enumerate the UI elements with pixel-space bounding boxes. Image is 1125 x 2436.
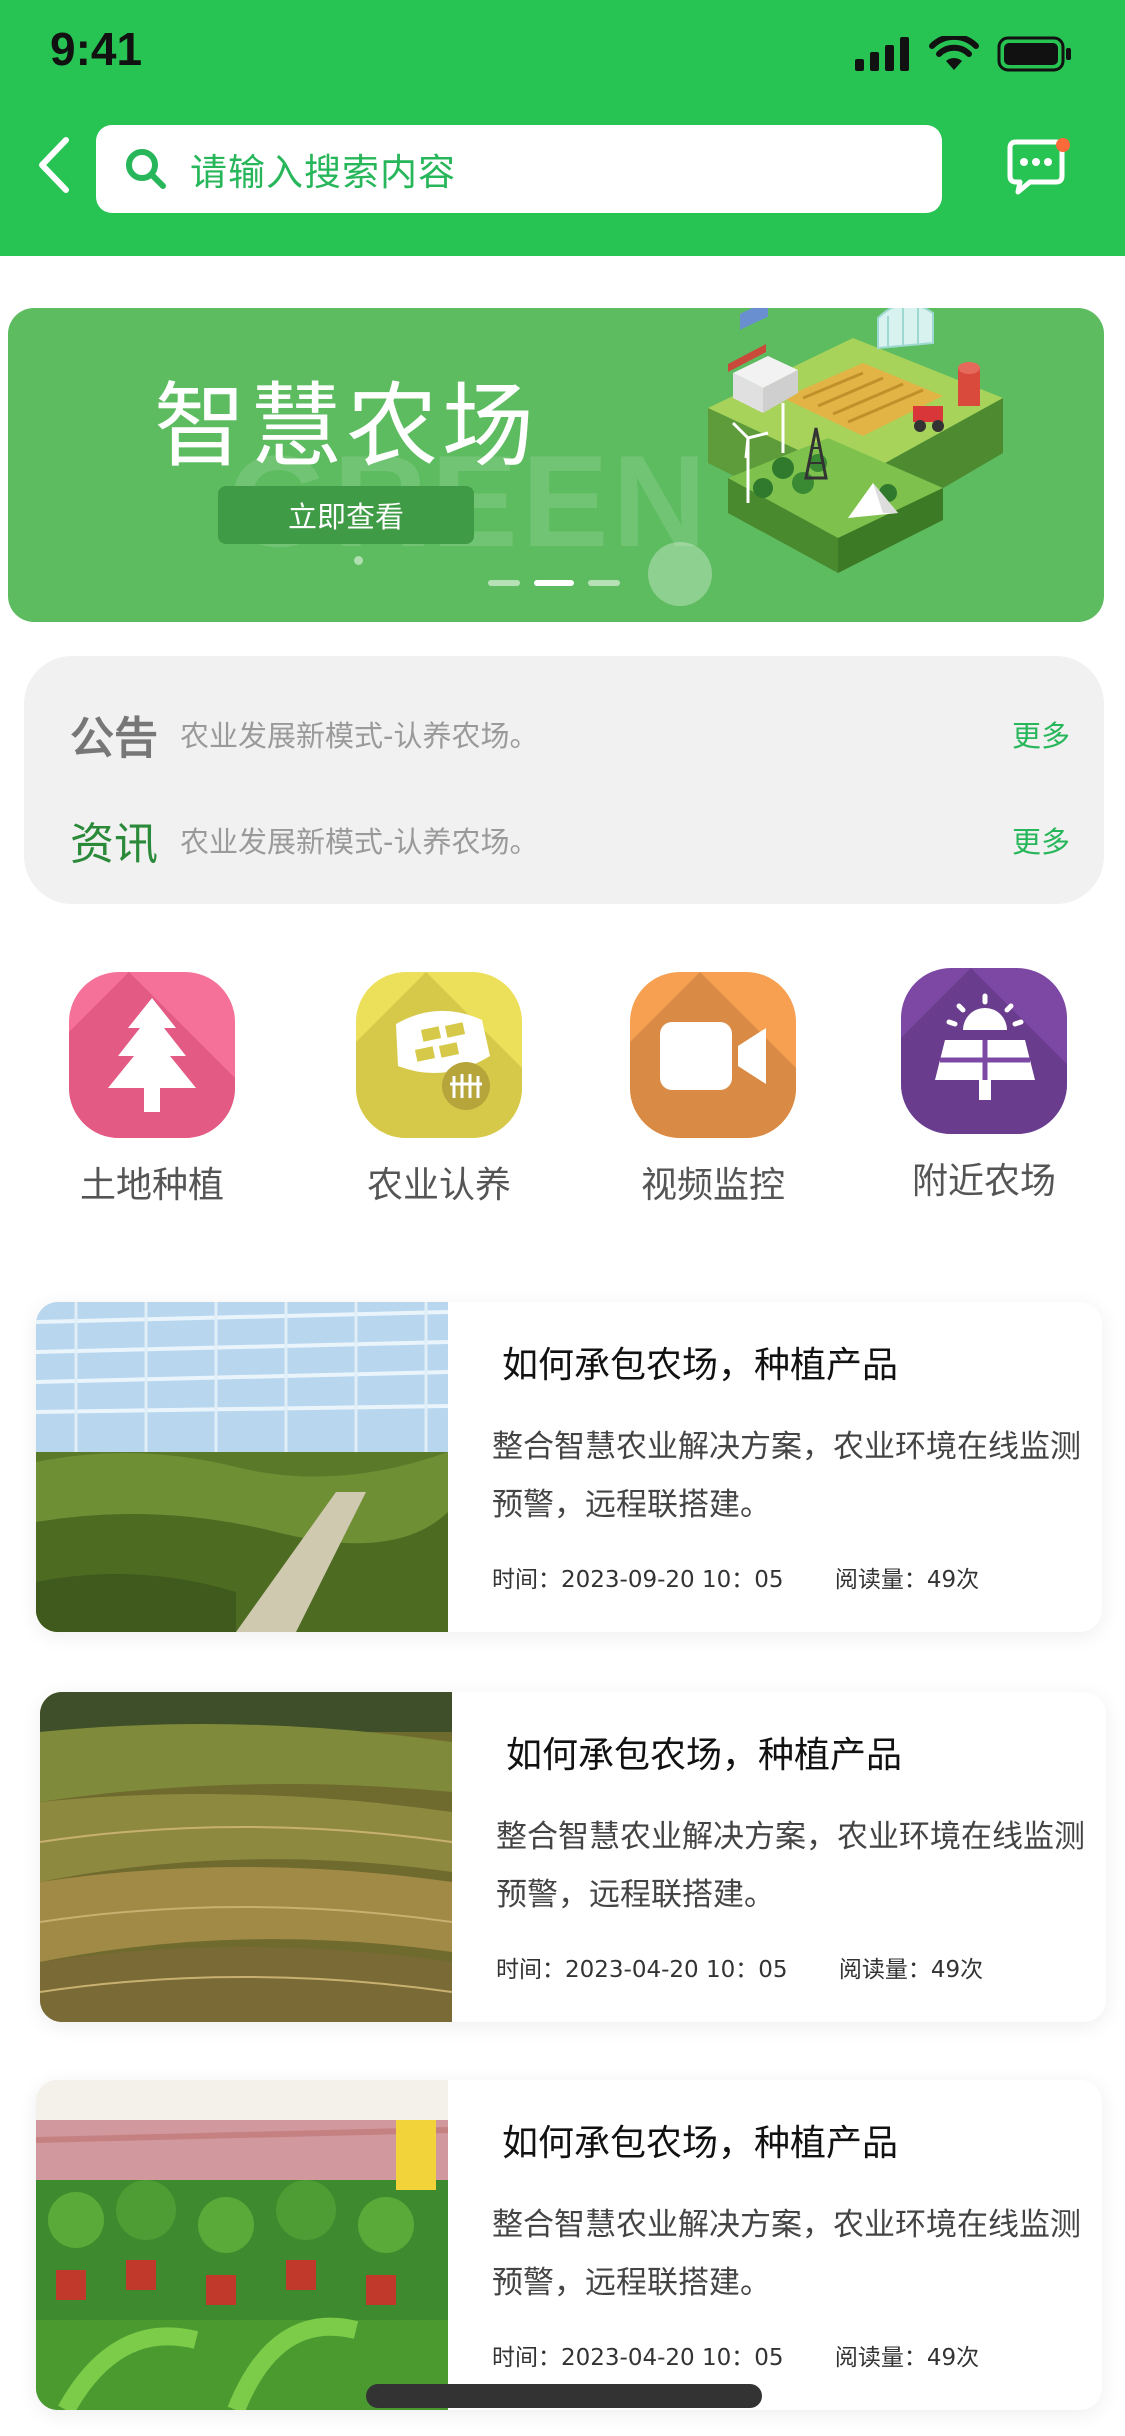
article-title: 如何承包农场，种植产品	[502, 2123, 899, 2164]
banner-decor-dot	[354, 556, 363, 565]
feature-agri-adoption[interactable]: 农业认养	[339, 972, 539, 1208]
search-input[interactable]: 请输入搜索内容	[96, 125, 942, 213]
article-meta: 时间：2023-09-20 10：05 阅读量：49次	[492, 1560, 979, 1594]
news-text: 农业发展新模式-认养农场。	[180, 825, 539, 859]
article-time: 时间：2023-04-20 10：05	[492, 2345, 784, 2371]
notice-row[interactable]: 公告 农业发展新模式-认养农场。 更多	[70, 702, 1070, 766]
feature-land-planting[interactable]: 土地种植	[52, 972, 252, 1208]
news-more-link[interactable]: 更多	[1012, 819, 1070, 861]
article-meta: 时间：2023-04-20 10：05 阅读量：49次	[492, 2338, 979, 2372]
feature-video-monitor[interactable]: 视频监控	[613, 972, 813, 1208]
article-desc: 整合智慧农业解决方案，农业环境在线监测预警，远程联搭建。	[496, 1819, 1085, 1913]
feature-icon-bg	[901, 968, 1067, 1134]
solar-panel-icon	[935, 993, 1035, 1100]
article-views: 阅读量：49次	[834, 2345, 980, 2371]
feature-nearby-farm[interactable]: 附近农场	[884, 968, 1084, 1204]
feature-label: 土地种植	[79, 1165, 224, 1206]
article-views: 阅读量：49次	[838, 1957, 984, 1983]
potted-plants-photo	[36, 2080, 448, 2410]
smart-farm-illustration	[708, 308, 1003, 573]
status-icons	[855, 36, 1073, 72]
article-meta: 时间：2023-04-20 10：05 阅读量：49次	[496, 1950, 983, 1984]
banner-carousel[interactable]: GREEN 智慧农场 立即查看	[8, 308, 1104, 622]
banner-view-button[interactable]: 立即查看	[218, 486, 474, 544]
message-icon[interactable]	[1004, 138, 1070, 198]
news-row[interactable]: 资讯 农业发展新模式-认养农场。 更多	[70, 808, 1070, 872]
wifi-icon	[929, 36, 979, 70]
article-card[interactable]: 如何承包农场，种植产品 整合智慧农业解决方案，农业环境在线监测预警，远程联搭建。…	[36, 1302, 1102, 1632]
article-card[interactable]: 如何承包农场，种植产品 整合智慧农业解决方案，农业环境在线监测预警，远程联搭建。…	[36, 2080, 1102, 2410]
terraces-photo	[40, 1692, 452, 2022]
home-indicator[interactable]	[366, 2384, 762, 2408]
article-title: 如何承包农场，种植产品	[506, 1735, 903, 1776]
banner-title: 智慧农场	[154, 373, 539, 480]
search-placeholder: 请输入搜索内容	[190, 151, 456, 194]
feature-icon-bg	[356, 972, 522, 1138]
notice-tag-news: 资讯	[70, 819, 158, 870]
carousel-indicator-active[interactable]	[534, 580, 574, 586]
carousel-indicators	[488, 580, 620, 586]
notice-board: 公告 农业发展新模式-认养农场。 更多 资讯 农业发展新模式-认养农场。 更多	[24, 656, 1104, 904]
greenhouse-photo	[36, 1302, 448, 1632]
field-fence-icon	[396, 1010, 490, 1110]
feature-label: 附近农场	[911, 1161, 1056, 1202]
article-desc: 整合智慧农业解决方案，农业环境在线监测预警，远程联搭建。	[492, 1429, 1081, 1523]
battery-icon	[997, 36, 1071, 72]
notice-more-link[interactable]: 更多	[1012, 713, 1070, 755]
video-camera-icon	[660, 1022, 766, 1090]
feature-label: 视频监控	[640, 1165, 785, 1206]
article-time: 时间：2023-04-20 10：05	[496, 1957, 788, 1983]
top-header: 9:41 请输入搜索内容	[0, 0, 1125, 256]
article-time: 时间：2023-09-20 10：05	[492, 1567, 784, 1593]
article-views: 阅读量：49次	[834, 1567, 980, 1593]
signal-icon	[855, 37, 909, 71]
article-card[interactable]: 如何承包农场，种植产品 整合智慧农业解决方案，农业环境在线监测预警，远程联搭建。…	[40, 1692, 1106, 2022]
search-icon	[126, 149, 166, 189]
back-arrow-icon[interactable]	[30, 130, 80, 200]
status-time: 9:41	[50, 23, 143, 75]
feature-icon-bg	[69, 972, 235, 1138]
notice-text: 农业发展新模式-认养农场。	[180, 719, 539, 753]
feature-icon-bg	[630, 972, 796, 1138]
notice-tag-announcement: 公告	[70, 713, 158, 764]
carousel-indicator[interactable]	[588, 580, 620, 586]
article-title: 如何承包农场，种植产品	[502, 1345, 899, 1386]
article-desc: 整合智慧农业解决方案，农业环境在线监测预警，远程联搭建。	[492, 2207, 1081, 2301]
carousel-indicator[interactable]	[488, 580, 520, 586]
tree-icon	[108, 998, 196, 1112]
feature-label: 农业认养	[366, 1165, 511, 1206]
